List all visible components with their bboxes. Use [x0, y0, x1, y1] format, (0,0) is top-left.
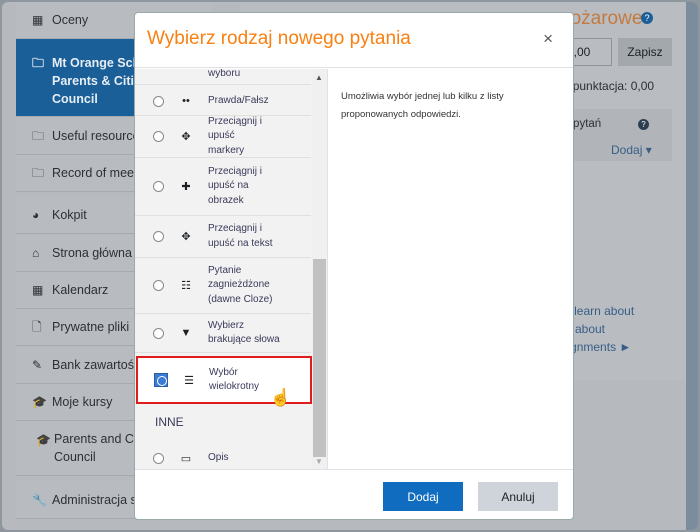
- sidebar-label: Moje kursy: [52, 395, 113, 409]
- folder-icon: 🗀: [32, 56, 45, 70]
- sidebar-label: Kokpit: [52, 208, 87, 222]
- dashboard-icon: ◕: [32, 208, 40, 222]
- add-dropdown[interactable]: Dodaj ▾: [611, 143, 652, 157]
- cancel-button[interactable]: Anuluj: [478, 482, 558, 511]
- sidebar-label: Bank zawartości: [52, 357, 144, 372]
- drag-image-icon: ✚: [181, 181, 191, 193]
- graduation-cap-icon: 🎓: [32, 395, 47, 409]
- drag-markers-icon: ✥: [181, 131, 191, 143]
- sidebar-label: Kalendarz: [52, 283, 109, 297]
- list-item[interactable]: •• Prawda/Fałsz: [135, 87, 311, 116]
- add-label: Dodaj: [611, 143, 643, 157]
- list-item-selected[interactable]: ☰ Wybór wielokrotny ☝: [136, 356, 312, 407]
- true-false-icon: ••: [182, 95, 190, 107]
- radio[interactable]: [153, 131, 164, 142]
- question-description: Umożliwia wybór jednej lub kilku z listy…: [341, 91, 504, 120]
- scrollbar[interactable]: ▲ ▼: [312, 69, 327, 469]
- item-label: Wybór wielokrotny: [209, 366, 260, 393]
- table-icon: ▦: [32, 13, 44, 27]
- hand-cursor-icon: ☝: [270, 388, 292, 407]
- item-label: Pytanie zagnieżdżone (dawne Cloze): [208, 264, 273, 305]
- sidebar-label: Oceny: [52, 13, 89, 27]
- list-item[interactable]: ✚ Przeciągnij i upuść na obrazek: [135, 158, 311, 216]
- add-button[interactable]: Dodaj: [383, 482, 463, 511]
- radio[interactable]: [153, 280, 164, 291]
- list-item[interactable]: ▼ Wybierz brakujące słowa: [135, 314, 311, 353]
- file-icon: 🗋: [32, 320, 42, 334]
- dialog-footer: Dodaj Anuluj: [135, 469, 573, 519]
- item-label: Wybierz brakujące słowa: [208, 319, 280, 346]
- dialog-header: Wybierz rodzaj nowego pytania ×: [135, 13, 573, 68]
- radio[interactable]: [153, 181, 164, 192]
- help-icon[interactable]: ?: [641, 12, 653, 24]
- description-icon: ▭: [180, 452, 192, 465]
- list-icon: ☰: [184, 374, 194, 387]
- scroll-up-icon[interactable]: ▲: [315, 73, 323, 82]
- item-label: Przeciągnij i upuść na obrazek: [208, 165, 262, 206]
- close-icon[interactable]: ×: [543, 29, 553, 49]
- cloze-icon: ☷: [181, 280, 191, 292]
- help-icon[interactable]: ?: [638, 119, 649, 130]
- list-item[interactable]: wyboru: [135, 69, 311, 85]
- item-label: Opis: [208, 451, 229, 463]
- radio[interactable]: [153, 95, 164, 107]
- select-missing-words-icon: ▼: [180, 327, 192, 339]
- sidebar-label: Useful resources: [52, 128, 146, 143]
- list-item[interactable]: ▭ Opis: [135, 447, 311, 469]
- folder-icon: 🗀: [32, 128, 45, 143]
- dialog-title: Wybierz rodzaj nowego pytania: [147, 28, 411, 49]
- right-edge: [686, 2, 698, 530]
- question-type-list: wyboru •• Prawda/Fałsz ✥ Przeciągnij i upu…: [135, 69, 327, 469]
- list-item[interactable]: ☷ Pytanie zagnieżdżone (dawne Cloze): [135, 258, 311, 314]
- scrollbar-thumb[interactable]: [313, 259, 326, 457]
- section-heading: INNE: [155, 415, 184, 429]
- radio-selected[interactable]: [154, 373, 168, 387]
- divider: [327, 69, 328, 469]
- item-label: Przeciągnij i upuść na tekst: [208, 223, 273, 249]
- calendar-icon: ▦: [32, 283, 44, 297]
- scroll-down-icon[interactable]: ▼: [315, 457, 323, 466]
- graduation-cap-icon: 🎓: [36, 433, 51, 447]
- radio[interactable]: [153, 452, 164, 464]
- radio[interactable]: [153, 327, 164, 339]
- list-item[interactable]: ✥ Przeciągnij i upuść na tekst: [135, 216, 311, 258]
- radio[interactable]: [153, 231, 164, 242]
- caret-down-icon: ▾: [645, 143, 652, 157]
- sidebar-label: Prywatne pliki: [52, 320, 130, 334]
- item-label: wyboru: [208, 69, 241, 79]
- item-label: Prawda/Fałsz: [208, 94, 269, 106]
- sidebar-label: Strona główna: [52, 245, 132, 260]
- save-button[interactable]: Zapisz: [618, 38, 672, 66]
- folder-icon: 🗀: [32, 166, 45, 180]
- question-chooser-dialog: Wybierz rodzaj nowego pytania × wyboru •…: [134, 12, 574, 520]
- drag-text-icon: ✥: [181, 231, 191, 243]
- item-label: Przeciągnij i upuść markery: [208, 115, 262, 156]
- wrench-icon: 🔧: [32, 492, 47, 507]
- list-item[interactable]: ✥ Przeciągnij i upuść markery: [135, 116, 311, 158]
- brush-icon: ✎: [32, 357, 43, 372]
- home-icon: ⌂: [32, 245, 40, 260]
